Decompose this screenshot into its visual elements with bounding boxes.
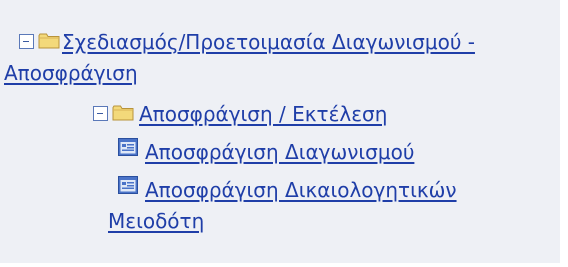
page-window-icon bbox=[118, 138, 138, 156]
child-folder-link[interactable]: Αποσφράγιση / Εκτέλεση bbox=[139, 102, 387, 126]
item-open-tender-link[interactable]: Αποσφράγιση Διαγωνισμού bbox=[145, 140, 414, 164]
folder-icon bbox=[38, 33, 60, 49]
root-link-line1[interactable]: Σχεδιασμός/Προετοιμασία Διαγωνισμού - bbox=[62, 30, 475, 54]
collapse-root-icon[interactable] bbox=[19, 34, 34, 49]
folder-icon bbox=[112, 105, 134, 121]
root-link-line2[interactable]: Αποσφράγιση bbox=[4, 61, 138, 85]
collapse-child-icon[interactable] bbox=[93, 106, 108, 121]
menu-tree-panel: Σχεδιασμός/Προετοιμασία Διαγωνισμού - Απ… bbox=[0, 0, 560, 263]
item-open-documents-link-line1[interactable]: Αποσφράγιση Δικαιολογητικών bbox=[145, 178, 457, 202]
item-open-documents-link-line2[interactable]: Μειοδότη bbox=[108, 209, 204, 233]
page-window-icon bbox=[118, 176, 138, 194]
